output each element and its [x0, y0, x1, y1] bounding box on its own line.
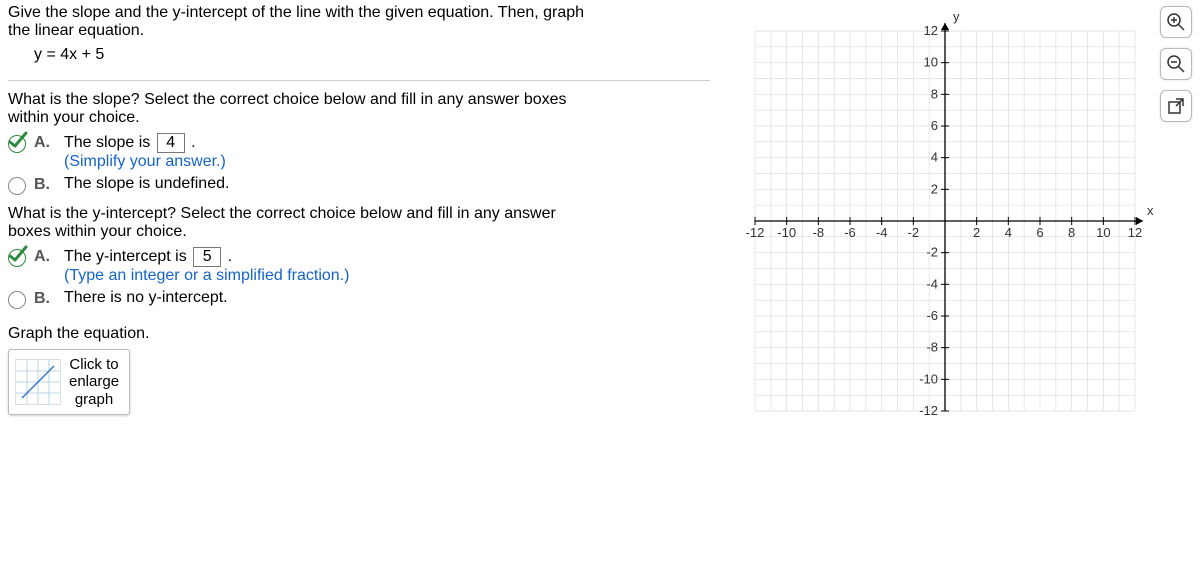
svg-text:2: 2 — [931, 181, 938, 196]
slope-b-text: The slope is undefined. — [64, 175, 710, 193]
svg-text:12: 12 — [1128, 225, 1142, 240]
svg-text:4: 4 — [1005, 225, 1012, 240]
graph-btn-line2: enlarge — [69, 373, 119, 390]
yint-prompt-line2: boxes within your choice. — [8, 223, 710, 241]
prompt-line2: the linear equation. — [8, 22, 710, 40]
yint-choice-a[interactable]: A. The y-intercept is 5 . (Type an integ… — [8, 247, 710, 285]
svg-text:-6: -6 — [926, 308, 938, 323]
slope-choice-b[interactable]: B. The slope is undefined. — [8, 175, 710, 195]
slope-prompt-line2: within your choice. — [8, 109, 710, 127]
option-label-b: B. — [34, 290, 56, 308]
radio-checked-icon — [8, 249, 26, 267]
coordinate-plane[interactable]: -12 -10 -8 -6 -4 -2 2 4 6 8 10 12 -12 -10 -8 -6 -4 -2 2 4 6 8… — [730, 6, 1160, 441]
equation: y = 4x + 5 — [8, 40, 710, 70]
graph-thumb-icon — [15, 359, 61, 405]
svg-text:8: 8 — [931, 86, 938, 101]
svg-text:-4: -4 — [876, 225, 888, 240]
svg-text:y: y — [953, 9, 960, 24]
svg-text:x: x — [1147, 203, 1154, 218]
svg-text:-4: -4 — [926, 276, 938, 291]
yintercept-question: What is the y-intercept? Select the corr… — [8, 205, 710, 309]
svg-text:2: 2 — [973, 225, 980, 240]
yint-a-pre: The y-intercept is — [64, 248, 191, 265]
zoom-out-button[interactable] — [1160, 48, 1192, 80]
graph-btn-line3: graph — [69, 391, 119, 408]
svg-text:6: 6 — [931, 118, 938, 133]
graph-btn-line1: Click to — [69, 356, 119, 373]
radio-unchecked-icon — [8, 177, 26, 195]
enlarge-graph-button[interactable]: Click to enlarge graph — [8, 349, 130, 415]
yintercept-answer-input[interactable]: 5 — [193, 247, 221, 267]
slope-question: What is the slope? Select the correct ch… — [8, 91, 710, 195]
svg-text:-2: -2 — [926, 245, 938, 260]
yint-a-post: . — [223, 248, 232, 265]
svg-text:-8: -8 — [926, 340, 938, 355]
option-label-b: B. — [34, 176, 56, 194]
divider — [8, 80, 710, 81]
radio-checked-icon — [8, 135, 26, 153]
graph-instruction: Graph the equation. — [8, 325, 710, 343]
yint-a-hint: (Type an integer or a simplified fractio… — [64, 267, 710, 285]
yint-choice-b[interactable]: B. There is no y-intercept. — [8, 289, 710, 309]
option-label-a: A. — [34, 134, 56, 152]
radio-unchecked-icon — [8, 291, 26, 309]
svg-text:-2: -2 — [908, 225, 920, 240]
svg-text:10: 10 — [1096, 225, 1110, 240]
slope-answer-input[interactable]: 4 — [157, 133, 185, 153]
slope-a-pre: The slope is — [64, 134, 155, 151]
popout-button[interactable] — [1160, 90, 1192, 122]
svg-text:-12: -12 — [919, 403, 938, 418]
svg-text:10: 10 — [924, 55, 938, 70]
popout-icon — [1167, 97, 1185, 115]
prompt-line1: Give the slope and the y-intercept of th… — [8, 4, 710, 22]
zoom-in-button[interactable] — [1160, 6, 1192, 38]
slope-choice-a[interactable]: A. The slope is 4 . (Simplify your answe… — [8, 133, 710, 171]
svg-text:-10: -10 — [777, 225, 796, 240]
slope-a-hint: (Simplify your answer.) — [64, 153, 710, 171]
svg-text:4: 4 — [931, 150, 938, 165]
svg-text:-8: -8 — [813, 225, 825, 240]
zoom-out-icon — [1166, 54, 1186, 74]
svg-text:-6: -6 — [844, 225, 856, 240]
zoom-in-icon — [1166, 12, 1186, 32]
svg-text:12: 12 — [924, 23, 938, 38]
question-prompt: Give the slope and the y-intercept of th… — [8, 4, 710, 76]
svg-text:8: 8 — [1068, 225, 1075, 240]
slope-a-post: . — [187, 134, 196, 151]
option-label-a: A. — [34, 248, 56, 266]
svg-text:-10: -10 — [919, 371, 938, 386]
yint-b-text: There is no y-intercept. — [64, 289, 710, 307]
slope-prompt-line1: What is the slope? Select the correct ch… — [8, 91, 710, 109]
yint-prompt-line1: What is the y-intercept? Select the corr… — [8, 205, 710, 223]
svg-text:-12: -12 — [746, 225, 765, 240]
svg-text:6: 6 — [1036, 225, 1043, 240]
